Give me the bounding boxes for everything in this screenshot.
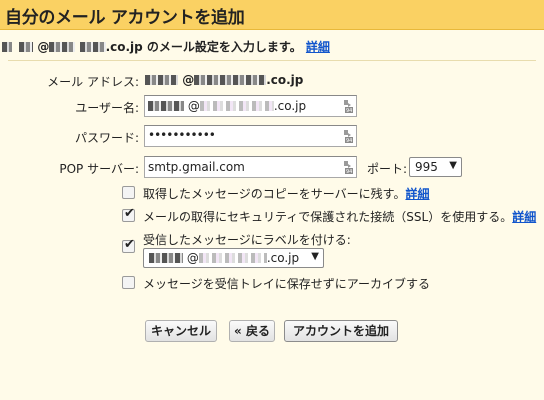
password-manager-icon[interactable]: 94: [339, 129, 353, 143]
add-account-button[interactable]: アカウントを追加: [284, 320, 398, 342]
label-checkbox[interactable]: ✔: [122, 237, 135, 253]
ssl-label: メールの取得にセキュリティで保護された接続（SSL）を使用する。: [143, 210, 513, 224]
masked-email-user: [2, 42, 12, 52]
label-select-value: @ .co.jp: [149, 251, 299, 265]
masked-username: [148, 101, 184, 111]
at-sign: @: [187, 99, 200, 113]
at-sign: @: [182, 73, 195, 87]
password-manager-icon[interactable]: 94: [339, 99, 353, 113]
label-option-text: 受信したメッセージにラベルを付ける:: [143, 233, 351, 247]
archive-checkbox[interactable]: [122, 276, 135, 289]
pop-server-label: POP サーバー:: [59, 162, 139, 176]
at-sign: @: [37, 40, 50, 54]
password-value: •••••••••••: [148, 128, 216, 142]
leave-copy-checkbox[interactable]: [122, 186, 135, 199]
password-manager-icon[interactable]: 94: [339, 160, 353, 174]
port-select[interactable]: 995 ▼: [409, 157, 462, 177]
intro-text: @ .co.jp のメール設定を入力します。 詳細: [2, 38, 542, 55]
leave-copy-label: 取得したメッセージのコピーをサーバーに残す。: [143, 187, 406, 201]
dialog-header: 自分のメール アカウントを追加: [0, 0, 544, 30]
checkmark-icon: ✔: [124, 237, 135, 252]
chevron-down-icon: ▼: [311, 251, 319, 262]
port-value: 995: [415, 160, 438, 174]
leave-copy-details-link[interactable]: 詳細: [405, 187, 429, 201]
masked-email-user: [19, 42, 34, 52]
archive-option-label: メッセージを受信トレイに保存せずにアーカイブする: [143, 277, 431, 291]
svg-text:94: 94: [346, 138, 352, 143]
email-value: @ .co.jp: [145, 73, 303, 87]
masked-label-user: [149, 253, 183, 263]
cancel-button[interactable]: キャンセル: [145, 320, 217, 342]
pop-server-field[interactable]: smtp.gmail.com 94: [144, 156, 357, 178]
ssl-checkbox[interactable]: ✔: [122, 206, 135, 222]
ssl-option: メールの取得にセキュリティで保護された接続（SSL）を使用する。詳細: [143, 208, 536, 225]
masked-email-user: [145, 75, 178, 85]
at-sign: @: [186, 251, 199, 265]
label-select-suffix: .co.jp: [266, 251, 300, 265]
divider: [8, 60, 536, 61]
intro-suffix: .co.jp のメール設定を入力します。: [105, 40, 302, 54]
chevron-down-icon: ▼: [449, 160, 457, 171]
email-label: メール アドレス:: [47, 75, 139, 89]
password-label: パスワード:: [74, 131, 139, 145]
ssl-details-link[interactable]: 詳細: [512, 210, 536, 224]
username-suffix: .co.jp: [273, 99, 307, 113]
masked-username-domain: [199, 101, 274, 111]
masked-email-domain: [49, 42, 76, 52]
checkmark-icon: ✔: [124, 206, 135, 221]
back-button[interactable]: « 戻る: [229, 320, 275, 342]
svg-text:94: 94: [346, 169, 352, 174]
username-field[interactable]: @ .co.jp 94: [144, 95, 357, 117]
username-value: @ .co.jp: [148, 99, 306, 113]
password-field[interactable]: ••••••••••• 94: [144, 125, 357, 147]
email-suffix: .co.jp: [266, 73, 304, 87]
username-label: ユーザー名:: [75, 101, 139, 115]
leave-copy-option: 取得したメッセージのコピーをサーバーに残す。詳細: [143, 185, 429, 202]
intro-details-link[interactable]: 詳細: [306, 40, 330, 54]
label-select[interactable]: @ .co.jp ▼: [143, 248, 324, 268]
svg-text:94: 94: [346, 108, 352, 113]
pop-server-value: smtp.gmail.com: [148, 160, 245, 174]
masked-email-domain: [79, 42, 106, 52]
masked-email-domain: [194, 75, 267, 85]
dialog-title: 自分のメール アカウントを追加: [5, 8, 245, 28]
port-label: ポート:: [367, 162, 408, 176]
masked-label-domain: [198, 253, 267, 263]
